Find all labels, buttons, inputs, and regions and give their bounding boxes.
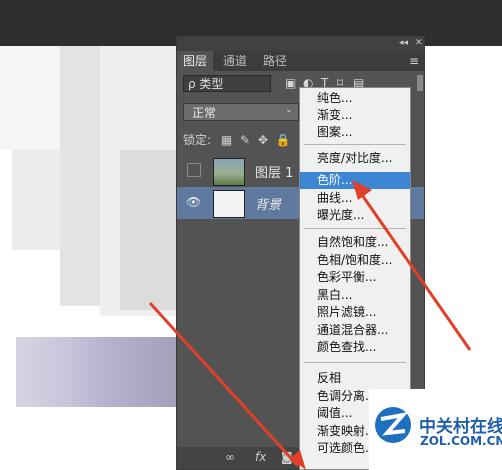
- zol-logo-icon: [375, 407, 411, 443]
- arrow-to-adjust-button: [148, 301, 300, 468]
- arrow-to-levels: [358, 191, 472, 351]
- arrowhead-icon: [352, 180, 372, 200]
- watermark-en: ZOL.COM.CN: [420, 434, 502, 448]
